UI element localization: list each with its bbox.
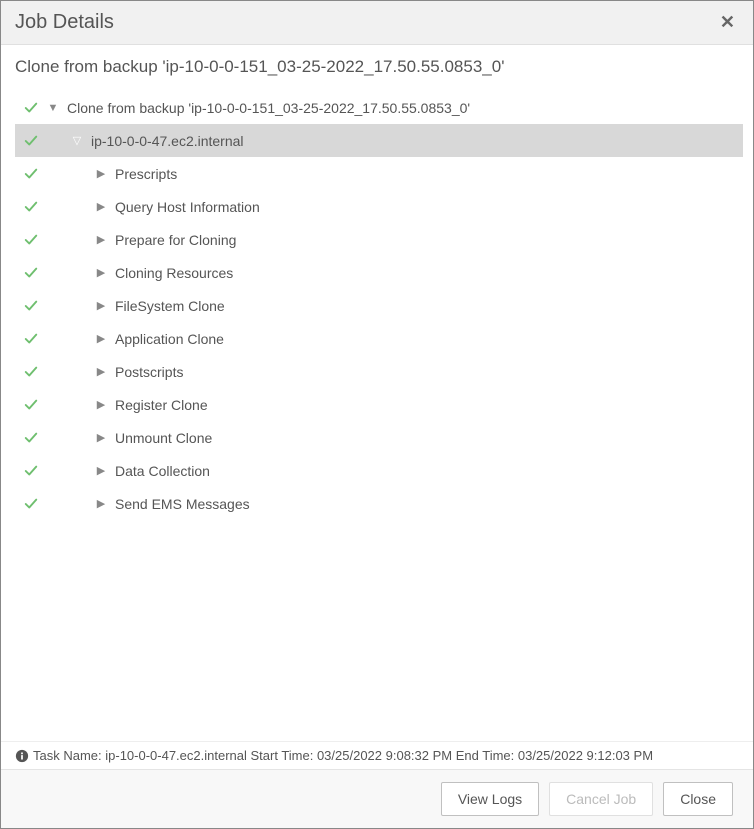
tree-step-label: Prescripts [115,166,177,182]
chevron-right-icon[interactable]: ▶ [93,233,109,246]
tree-step-label: Query Host Information [115,199,260,215]
tree-step-row[interactable]: ▶ Prepare for Cloning [15,223,743,256]
task-tree: ▼ Clone from backup 'ip-10-0-0-151_03-25… [15,91,743,520]
chevron-down-icon[interactable]: ▽ [69,134,85,147]
tree-step-label: Register Clone [115,397,208,413]
tree-step-label: Send EMS Messages [115,496,250,512]
tree-step-label: Application Clone [115,331,224,347]
chevron-down-icon[interactable]: ▼ [45,102,61,114]
check-icon [21,431,41,445]
tree-step-row[interactable]: ▶ Postscripts [15,355,743,388]
close-button[interactable]: Close [663,782,733,816]
check-icon [21,497,41,511]
tree-step-label: Postscripts [115,364,183,380]
tree-step-row[interactable]: ▶ Unmount Clone [15,421,743,454]
chevron-right-icon[interactable]: ▶ [93,167,109,180]
tree-step-label: Data Collection [115,463,210,479]
cancel-job-button: Cancel Job [549,782,653,816]
job-subtitle: Clone from backup 'ip-10-0-0-151_03-25-2… [15,57,743,77]
dialog-header: Job Details ✕ [1,1,753,45]
chevron-right-icon[interactable]: ▶ [93,431,109,444]
check-icon [21,365,41,379]
tree-step-label: Unmount Clone [115,430,212,446]
chevron-right-icon[interactable]: ▶ [93,497,109,510]
check-icon [21,398,41,412]
tree-step-label: Prepare for Cloning [115,232,236,248]
chevron-right-icon[interactable]: ▶ [93,332,109,345]
chevron-right-icon[interactable]: ▶ [93,464,109,477]
tree-step-row[interactable]: ▶ Send EMS Messages [15,487,743,520]
chevron-right-icon[interactable]: ▶ [93,398,109,411]
chevron-right-icon[interactable]: ▶ [93,200,109,213]
tree-root-label: Clone from backup 'ip-10-0-0-151_03-25-2… [67,100,470,116]
check-icon [21,134,41,148]
tree-step-row[interactable]: ▶ Cloning Resources [15,256,743,289]
job-details-dialog: Job Details ✕ Clone from backup 'ip-10-0… [0,0,754,829]
tree-root-row[interactable]: ▼ Clone from backup 'ip-10-0-0-151_03-25… [15,91,743,124]
tree-host-label: ip-10-0-0-47.ec2.internal [91,133,244,149]
view-logs-button[interactable]: View Logs [441,782,539,816]
dialog-body[interactable]: Clone from backup 'ip-10-0-0-151_03-25-2… [1,45,753,741]
tree-step-label: FileSystem Clone [115,298,225,314]
chevron-right-icon[interactable]: ▶ [93,299,109,312]
dialog-footer: View Logs Cancel Job Close [1,769,753,828]
check-icon [21,200,41,214]
status-bar: Task Name: ip-10-0-0-47.ec2.internal Sta… [1,741,753,769]
tree-step-row[interactable]: ▶ Prescripts [15,157,743,190]
check-icon [21,167,41,181]
tree-host-row[interactable]: ▽ ip-10-0-0-47.ec2.internal [15,124,743,157]
tree-step-row[interactable]: ▶ Register Clone [15,388,743,421]
check-icon [21,266,41,280]
chevron-right-icon[interactable]: ▶ [93,266,109,279]
dialog-title: Job Details [15,11,114,34]
status-text: Task Name: ip-10-0-0-47.ec2.internal Sta… [33,748,653,763]
tree-step-row[interactable]: ▶ FileSystem Clone [15,289,743,322]
check-icon [21,464,41,478]
check-icon [21,101,41,115]
tree-step-row[interactable]: ▶ Data Collection [15,454,743,487]
check-icon [21,332,41,346]
close-icon[interactable]: ✕ [716,12,739,33]
tree-step-label: Cloning Resources [115,265,233,281]
info-icon [15,749,29,763]
tree-step-row[interactable]: ▶ Application Clone [15,322,743,355]
chevron-right-icon[interactable]: ▶ [93,365,109,378]
tree-step-row[interactable]: ▶ Query Host Information [15,190,743,223]
check-icon [21,233,41,247]
check-icon [21,299,41,313]
